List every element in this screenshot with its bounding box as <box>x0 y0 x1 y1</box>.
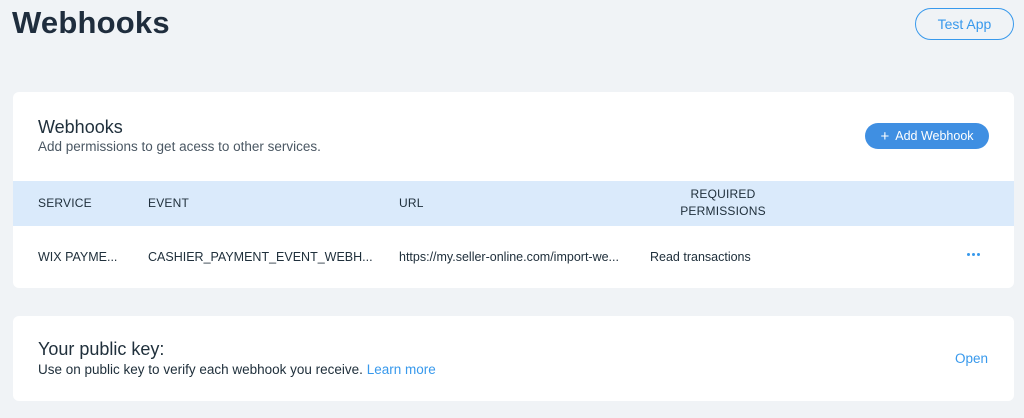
cell-permissions: Read transactions <box>650 250 751 264</box>
cell-event: CASHIER_PAYMENT_EVENT_WEBH... <box>148 250 373 264</box>
learn-more-link[interactable]: Learn more <box>367 362 436 377</box>
public-key-title: Your public key: <box>38 339 165 359</box>
webhooks-table-header: SERVICE EVENT URL REQUIRED PERMISSIONS <box>13 181 1014 226</box>
public-key-description: Use on public key to verify each webhook… <box>38 362 436 377</box>
more-horizontal-icon[interactable] <box>963 244 983 264</box>
cell-url: https://my.seller-online.com/import-we..… <box>399 250 619 264</box>
plus-icon: + <box>880 127 890 145</box>
column-header-service: SERVICE <box>38 196 92 210</box>
webhooks-card: Webhooks Add permissions to get acess to… <box>13 92 1014 288</box>
page-title: Webhooks <box>12 5 170 40</box>
test-app-button[interactable]: Test App <box>915 8 1014 40</box>
cell-service: WIX PAYME... <box>38 250 118 264</box>
webhooks-section-subtitle: Add permissions to get acess to other se… <box>38 139 321 154</box>
column-header-event: EVENT <box>148 196 190 210</box>
table-row[interactable]: WIX PAYME... CASHIER_PAYMENT_EVENT_WEBH.… <box>13 226 1014 288</box>
column-header-url: URL <box>399 196 424 210</box>
public-key-card: Your public key: Use on public key to ve… <box>13 316 1014 401</box>
add-webhook-label: Add Webhook <box>895 129 974 143</box>
public-key-description-text: Use on public key to verify each webhook… <box>38 362 363 377</box>
add-webhook-button[interactable]: + Add Webhook <box>865 123 989 149</box>
column-header-permissions: PERMISSIONS <box>680 204 766 218</box>
open-link[interactable]: Open <box>955 351 988 366</box>
column-header-required: REQUIRED <box>690 187 756 201</box>
webhooks-section-title: Webhooks <box>38 117 123 137</box>
